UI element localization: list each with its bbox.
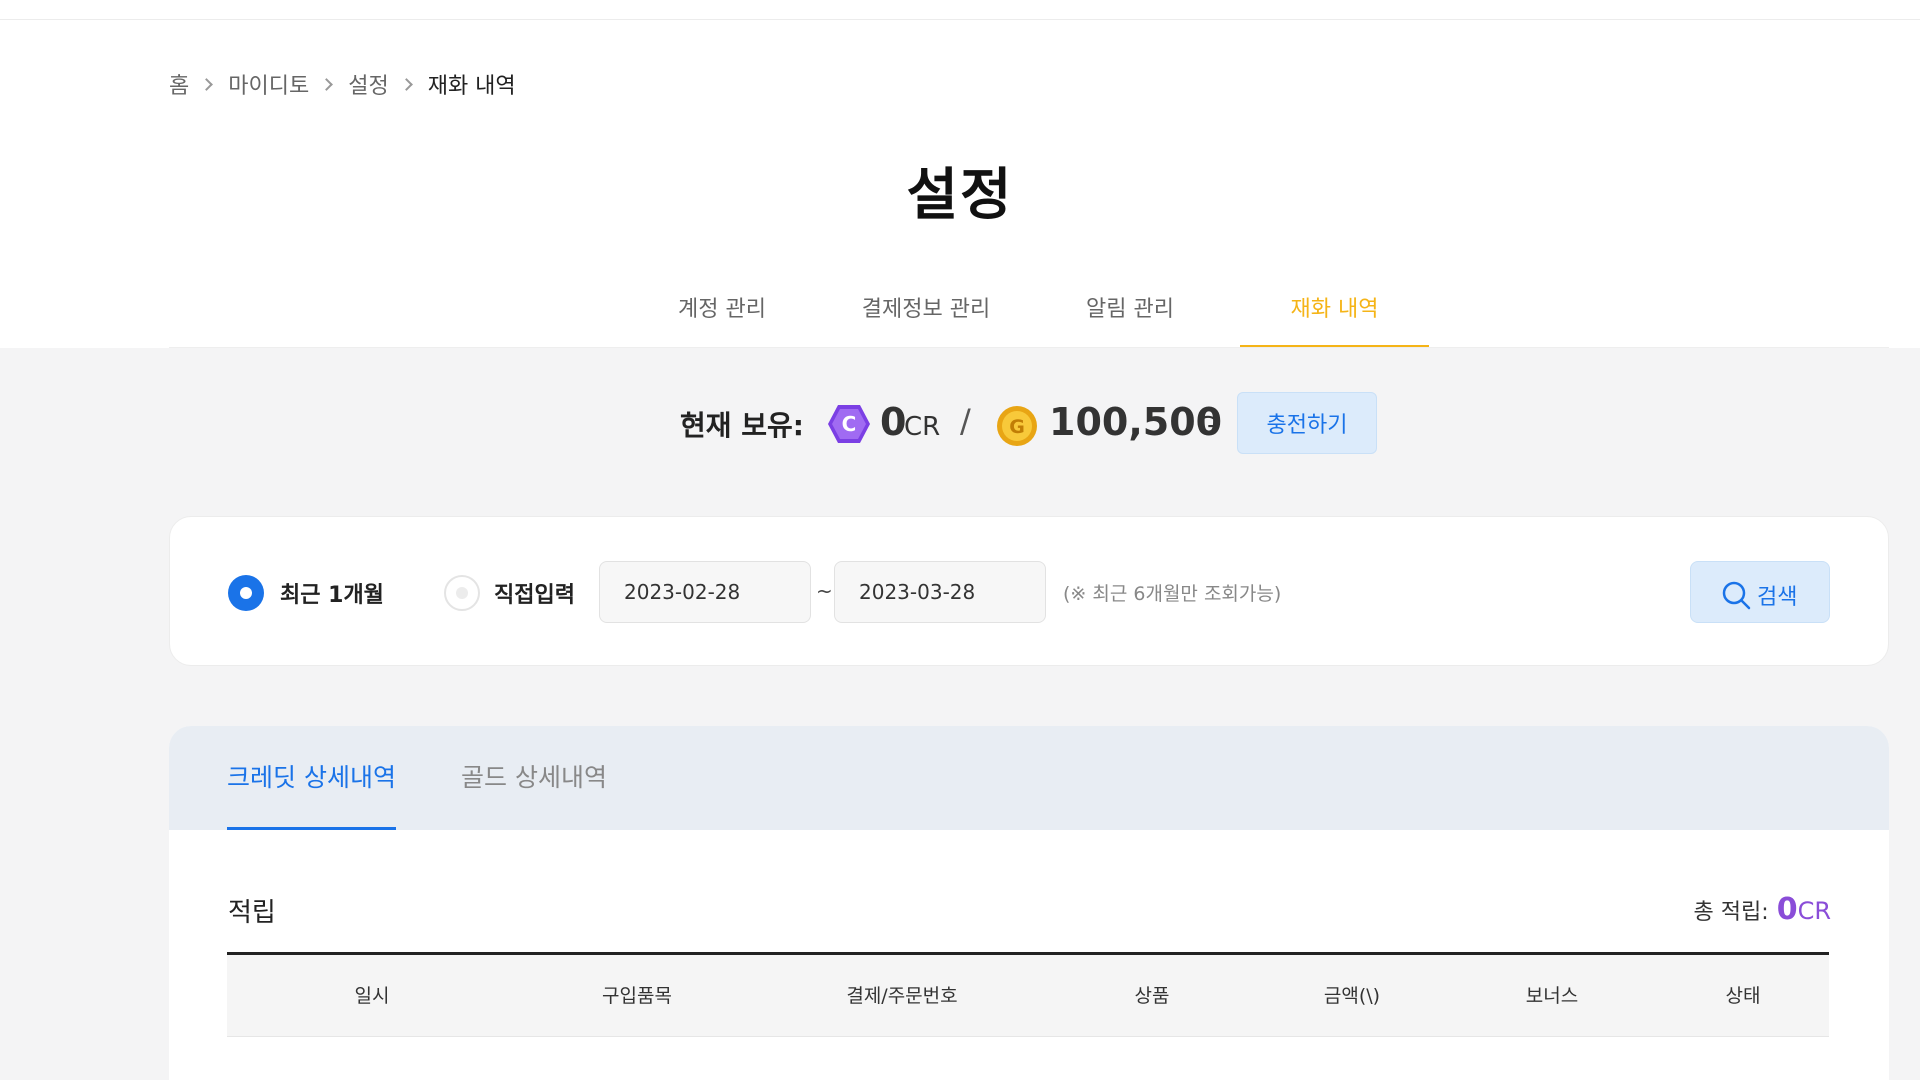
charge-button[interactable]: 충전하기 bbox=[1237, 392, 1377, 454]
breadcrumb: 홈 마이디토 설정 재화 내역 bbox=[169, 68, 516, 100]
search-icon bbox=[1722, 581, 1751, 610]
credit-balance-unit: CR bbox=[904, 412, 941, 442]
end-date-input[interactable] bbox=[834, 561, 1046, 623]
breadcrumb-home[interactable]: 홈 bbox=[169, 68, 189, 100]
recent-month-label[interactable]: 최근 1개월 bbox=[280, 577, 384, 609]
chevron-right-icon bbox=[399, 77, 413, 91]
credit-coin-icon: C bbox=[828, 405, 870, 443]
chevron-right-icon bbox=[200, 77, 214, 91]
balance-label: 현재 보유: bbox=[680, 409, 804, 442]
breadcrumb-mydito[interactable]: 마이디토 bbox=[228, 68, 309, 100]
breadcrumb-settings[interactable]: 설정 bbox=[348, 68, 388, 100]
column-header: 결제/주문번호 bbox=[846, 985, 958, 1007]
balance-summary: 현재 보유: C 0 CR / G 100,500 G 충전하기 bbox=[0, 392, 1920, 454]
tab-gold-history[interactable]: 골드 상세내역 bbox=[461, 726, 607, 830]
balance-separator: / bbox=[960, 402, 971, 440]
total-earned-unit: CR bbox=[1797, 897, 1831, 925]
breadcrumb-current: 재화 내역 bbox=[427, 74, 516, 99]
section-title: 적립 bbox=[228, 898, 276, 928]
settings-tabs: 계정 관리 결제정보 관리 알림 관리 재화 내역 bbox=[0, 290, 1920, 348]
recent-month-radio[interactable] bbox=[228, 575, 264, 611]
period-notice: (※ 최근 6개월만 조회가능) bbox=[1063, 583, 1282, 605]
total-earned: 총 적립: 0 CR bbox=[1694, 892, 1831, 927]
search-button-label: 검색 bbox=[1757, 585, 1798, 610]
date-range-tilde: ~ bbox=[816, 579, 833, 603]
search-button[interactable]: 검색 bbox=[1690, 561, 1830, 623]
credit-balance-value: 0 bbox=[880, 400, 907, 444]
gold-icon-letter: G bbox=[1009, 416, 1025, 438]
gold-coin-icon: G bbox=[997, 406, 1037, 446]
tab-currency[interactable]: 재화 내역 bbox=[1240, 290, 1429, 348]
tab-payment[interactable]: 결제정보 관리 bbox=[858, 290, 994, 348]
custom-range-label[interactable]: 직접입력 bbox=[494, 577, 575, 609]
gold-balance-unit: G bbox=[1197, 412, 1218, 442]
tabs-divider bbox=[169, 347, 1889, 348]
column-header: 구입품목 bbox=[602, 985, 672, 1007]
tab-credit-history[interactable]: 크레딧 상세내역 bbox=[227, 726, 396, 830]
table-header: 일시 구입품목 결제/주문번호 상품 금액(\) 보너스 상태 bbox=[227, 952, 1829, 1037]
tab-notifications[interactable]: 알림 관리 bbox=[1084, 290, 1176, 348]
top-divider bbox=[0, 19, 1920, 20]
history-card: 크레딧 상세내역 골드 상세내역 적립 총 적립: 0 CR 일시 구입품목 결… bbox=[169, 726, 1889, 1080]
column-header: 금액(\) bbox=[1323, 985, 1381, 1007]
search-filter-card: 최근 1개월 직접입력 ~ (※ 최근 6개월만 조회가능) 검색 bbox=[169, 516, 1889, 666]
total-earned-label: 총 적립: bbox=[1693, 900, 1769, 925]
chevron-right-icon bbox=[320, 77, 334, 91]
page-title: 설정 bbox=[906, 163, 1014, 228]
start-date-input[interactable] bbox=[599, 561, 811, 623]
tab-account[interactable]: 계정 관리 bbox=[676, 290, 768, 348]
total-earned-value: 0 bbox=[1776, 892, 1798, 927]
column-header: 보너스 bbox=[1525, 985, 1579, 1007]
custom-range-radio[interactable] bbox=[444, 575, 480, 611]
column-header: 상태 bbox=[1725, 985, 1761, 1007]
history-tabs: 크레딧 상세내역 골드 상세내역 bbox=[169, 726, 1889, 830]
credit-icon-letter: C bbox=[842, 412, 857, 436]
column-header: 일시 bbox=[354, 985, 390, 1007]
column-header: 상품 bbox=[1134, 985, 1170, 1007]
